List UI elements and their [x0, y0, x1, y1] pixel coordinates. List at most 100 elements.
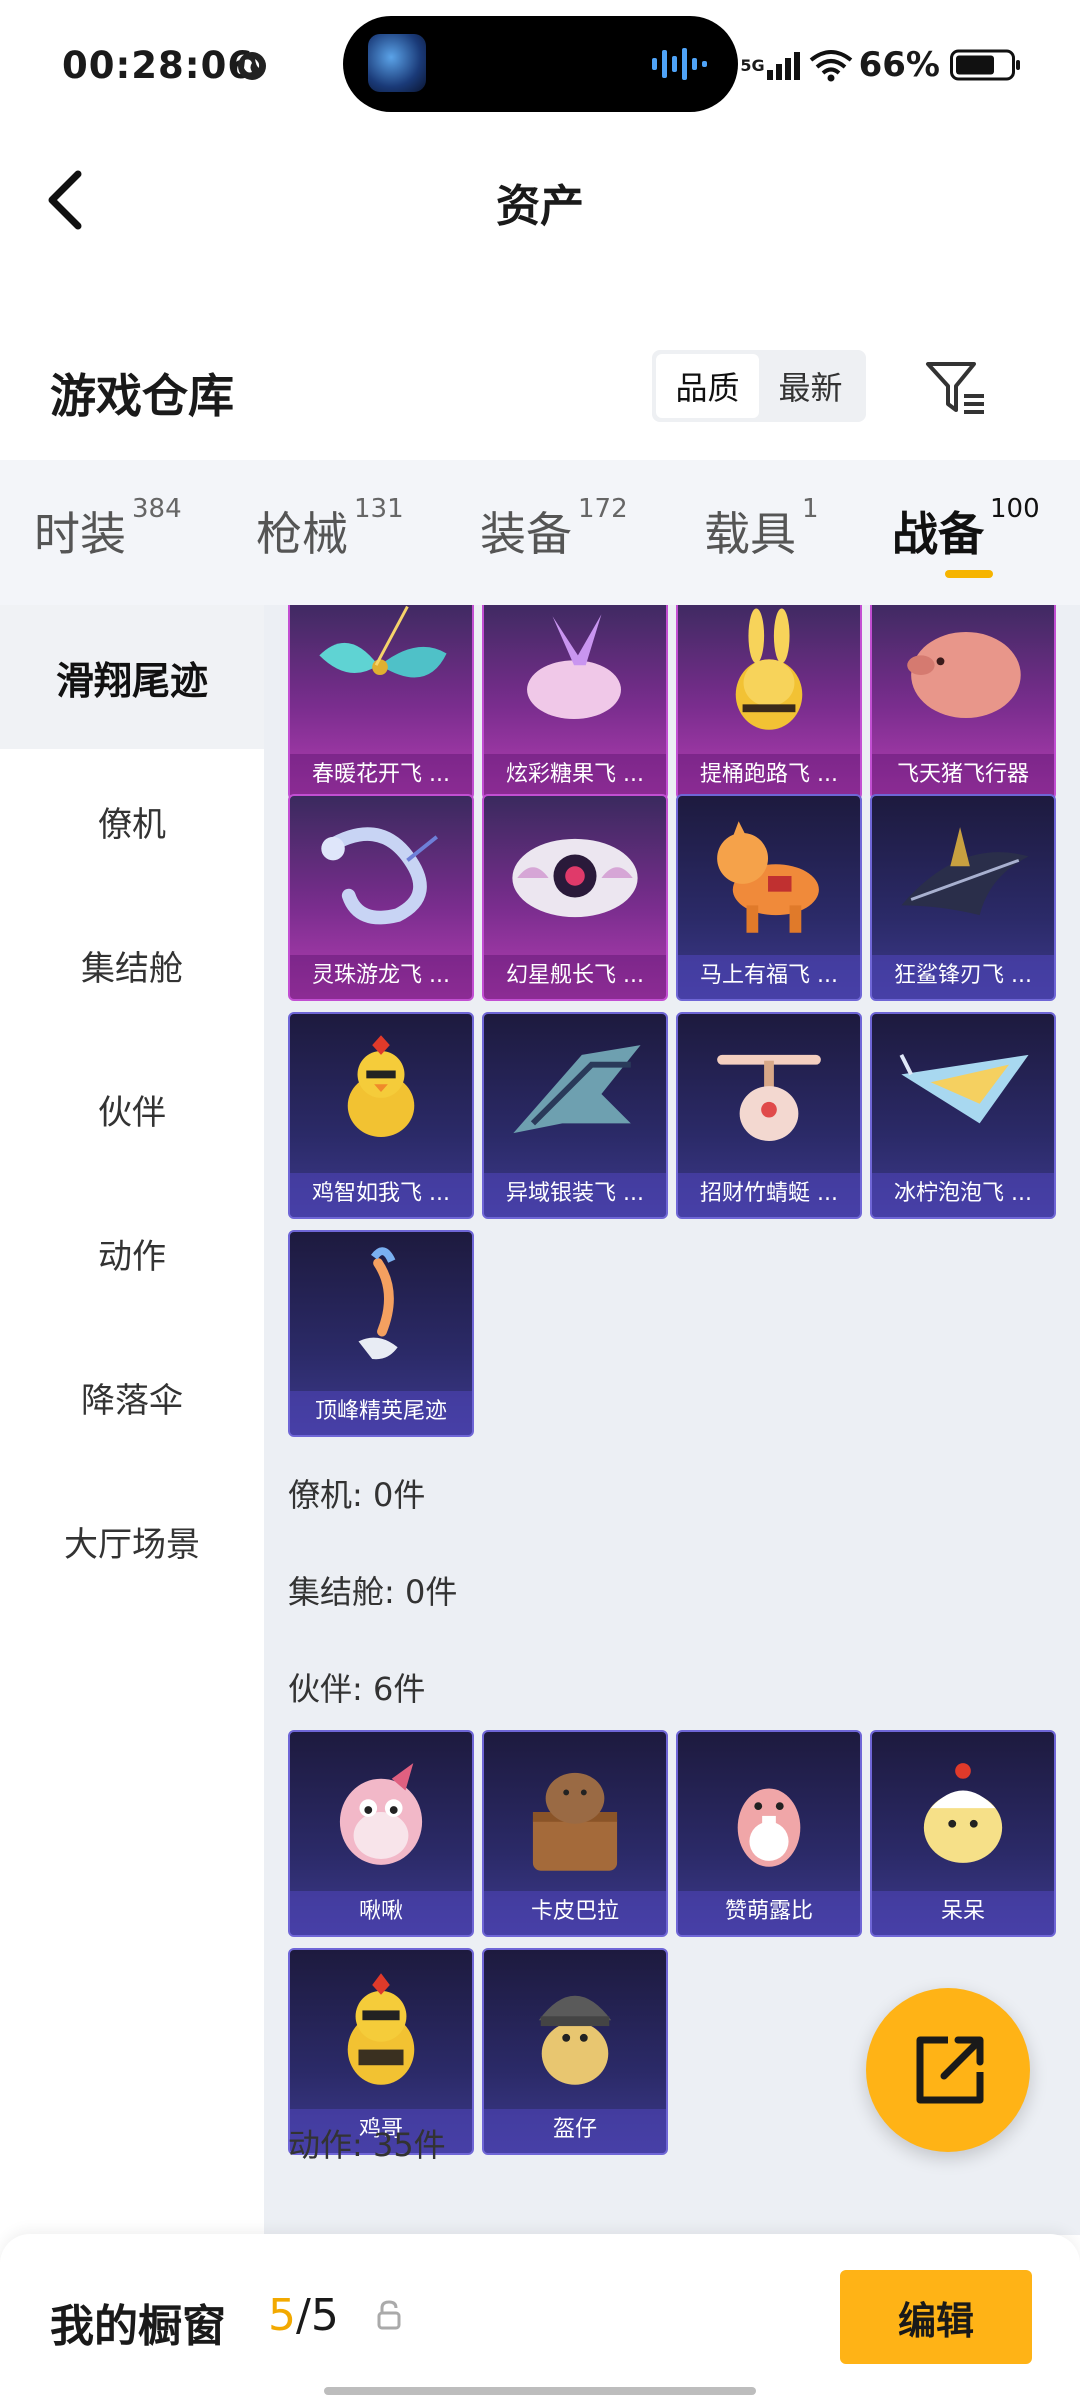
item-image	[923, 1763, 1003, 1863]
section-emote-count: 动作: 35件	[288, 2126, 446, 2164]
item-name: 冰柠泡泡飞 ...	[872, 1173, 1054, 1217]
lock-icon	[377, 2300, 401, 2330]
item-card[interactable]: 狂鲨锋刃飞 ...	[870, 794, 1056, 1001]
showcase-label: 我的橱窗	[50, 2301, 226, 2352]
tab-fashion[interactable]: 时装 384	[34, 494, 182, 564]
companion-name: 啾啾	[290, 1891, 472, 1935]
item-name: 顶峰精英尾迹	[290, 1391, 472, 1435]
item-name: 飞天猪飞行器	[872, 754, 1054, 798]
audio-wave-icon	[652, 48, 707, 80]
item-card[interactable]: 春暖花开飞 ...	[288, 605, 474, 800]
sidebar-item-parachute[interactable]: 降落伞	[0, 1325, 264, 1469]
sidebar-item-lobby-scene[interactable]: 大厅场景	[0, 1469, 264, 1613]
item-image	[358, 1247, 398, 1360]
section-pod-count: 集结舱: 0件	[288, 1573, 458, 1611]
category-tabs: 时装 384 枪械 131 装备 172 载具 1 战备 100	[0, 460, 1080, 605]
status-time: 00:28:06	[62, 44, 255, 87]
companion-name: 卡皮巴拉	[484, 1891, 666, 1935]
tab-count: 100	[990, 494, 1040, 524]
item-image	[538, 1995, 612, 2085]
item-name: 提桶跑路飞 ...	[678, 754, 860, 798]
item-image	[527, 614, 621, 720]
sidebar-item-companion[interactable]: 伙伴	[0, 1037, 264, 1181]
media-thumbnail	[368, 34, 426, 92]
companion-card[interactable]: 赞萌露比	[676, 1730, 862, 1937]
wifi-icon	[809, 50, 852, 82]
item-name: 异域银装飞 ...	[484, 1173, 666, 1217]
item-image	[717, 1054, 821, 1141]
sidebar-item-emote[interactable]: 动作	[0, 1181, 264, 1325]
item-image	[907, 631, 1021, 719]
sidebar-item-wingman[interactable]: 僚机	[0, 749, 264, 893]
section-companion-count: 伙伴: 6件	[288, 1670, 426, 1708]
share-button[interactable]	[866, 1988, 1030, 2152]
sort-latest-button[interactable]: 最新	[759, 354, 862, 418]
companion-card[interactable]: 盔仔	[482, 1948, 668, 2155]
tab-label: 时装	[34, 507, 126, 561]
item-image	[735, 608, 803, 730]
status-indicators: 5G 66%	[740, 40, 1022, 90]
tab-count: 172	[578, 494, 628, 524]
sidebar-item-glide-trail[interactable]: 滑翔尾迹	[0, 605, 264, 749]
companion-name: 赞萌露比	[678, 1891, 860, 1935]
edit-button[interactable]: 编辑	[840, 2270, 1032, 2364]
item-card[interactable]: 灵珠游龙飞 ...	[288, 794, 474, 1001]
item-card[interactable]: 招财竹蜻蜓 ...	[676, 1012, 862, 1219]
showcase-total: /5	[296, 2290, 339, 2341]
status-bar: 00:28:06 5G 66%	[0, 0, 1080, 130]
companion-card[interactable]: 啾啾	[288, 1730, 474, 1937]
item-card[interactable]: 马上有福飞 ...	[676, 794, 862, 1001]
companion-card[interactable]: 卡皮巴拉	[482, 1730, 668, 1937]
item-image	[339, 1763, 423, 1865]
item-card[interactable]: 飞天猪飞行器	[870, 605, 1056, 800]
home-indicator[interactable]	[324, 2387, 756, 2395]
subcategory-sidebar: 滑翔尾迹 僚机 集结舱 伙伴 动作 降落伞 大厅场景	[0, 605, 264, 2235]
item-name: 春暖花开飞 ...	[290, 754, 472, 798]
companion-name: 盔仔	[484, 2109, 666, 2153]
sort-quality-button[interactable]: 品质	[656, 354, 759, 418]
page-header: 资产	[0, 130, 1080, 270]
item-card[interactable]: 冰柠泡泡飞 ...	[870, 1012, 1056, 1219]
item-card[interactable]: 异域银装飞 ...	[482, 1012, 668, 1219]
section-wingman-count: 僚机: 0件	[288, 1476, 426, 1514]
item-image	[899, 1053, 1029, 1124]
signal-icon	[766, 52, 800, 80]
filter-icon[interactable]	[924, 358, 988, 418]
item-image	[901, 827, 1029, 916]
item-image	[347, 1035, 415, 1138]
item-name: 招财竹蜻蜓 ...	[678, 1173, 860, 1217]
showcase-bar: 我的橱窗 5/5 编辑	[0, 2234, 1080, 2400]
item-name: 马上有福飞 ...	[678, 955, 860, 999]
tab-label: 装备	[480, 507, 572, 561]
item-name: 炫彩糖果飞 ...	[484, 754, 666, 798]
item-card[interactable]: 炫彩糖果飞 ...	[482, 605, 668, 800]
tab-firearms[interactable]: 枪械 131	[256, 494, 404, 564]
tab-count: 131	[354, 494, 404, 524]
item-image	[319, 605, 447, 678]
tab-vehicles[interactable]: 载具 1	[704, 494, 819, 564]
tab-label: 枪械	[256, 507, 348, 561]
battery-percent: 66%	[858, 45, 940, 85]
companion-card[interactable]: 呆呆	[870, 1730, 1056, 1937]
globe-icon	[238, 52, 266, 80]
item-name: 幻星舰长飞 ...	[484, 955, 666, 999]
item-card[interactable]: 提桶跑路飞 ...	[676, 605, 862, 800]
dynamic-island[interactable]	[343, 16, 738, 112]
companion-name: 呆呆	[872, 1891, 1054, 1935]
item-image	[512, 838, 638, 918]
item-card[interactable]: 顶峰精英尾迹	[288, 1230, 474, 1437]
tab-battle-gear[interactable]: 战备 100	[892, 494, 1040, 564]
sidebar-item-rally-pod[interactable]: 集结舱	[0, 893, 264, 1037]
item-image	[737, 1788, 801, 1867]
item-image	[717, 821, 819, 933]
tab-count: 1	[802, 494, 819, 524]
tab-equipment[interactable]: 装备 172	[480, 494, 628, 564]
item-card[interactable]: 鸡智如我飞 ...	[288, 1012, 474, 1219]
network-type: 5G	[740, 55, 765, 75]
item-card[interactable]: 幻星舰长飞 ...	[482, 794, 668, 1001]
item-image	[532, 1772, 618, 1871]
item-name: 狂鲨锋刃飞 ...	[872, 955, 1054, 999]
showcase-count: 5/5	[268, 2290, 339, 2341]
item-image	[513, 1045, 641, 1134]
item-image	[347, 1973, 415, 2085]
